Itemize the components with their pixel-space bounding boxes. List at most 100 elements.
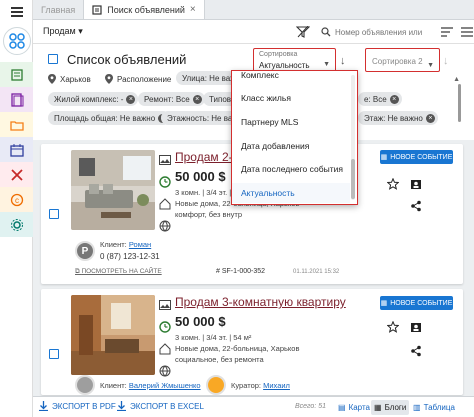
client-name-link[interactable]: Валерий Жмышенко — [129, 381, 201, 390]
filters-scrollbar[interactable] — [458, 84, 461, 122]
filter-chip-city[interactable]: Харьков — [48, 72, 91, 86]
sidebar-item-finance[interactable]: c — [0, 187, 33, 212]
filter-chip-floor[interactable]: Этаж: Не важно × — [358, 111, 438, 125]
sort-option-relevance[interactable]: Актуальность — [232, 183, 350, 203]
menu-button[interactable] — [6, 3, 28, 21]
price-icon[interactable] — [159, 176, 171, 188]
calendar-icon: ▦ — [380, 154, 388, 161]
sort-direction-icon[interactable]: ↓ — [340, 55, 346, 67]
sidebar-item-calendar[interactable] — [0, 137, 33, 162]
tab-home[interactable]: Главная — [33, 0, 85, 19]
calendar-icon — [9, 143, 24, 157]
listing-photo[interactable] — [71, 295, 155, 375]
dropdown-scrollbar[interactable] — [351, 75, 355, 200]
deal-type-select[interactable]: Продам ▾ — [43, 26, 83, 37]
globe-icon[interactable] — [159, 365, 171, 377]
sort2-value: Сортировка 2 — [372, 57, 423, 66]
filter-chip-renovation[interactable]: Ремонт: Все × — [138, 92, 205, 106]
export-excel-label: ЭКСПОРТ В EXCEL — [130, 401, 204, 411]
price-icon[interactable] — [159, 321, 171, 333]
filter-chip-other[interactable]: е: Все × — [358, 92, 402, 106]
toolbar: Продам ▾ — [33, 20, 474, 44]
home-icon[interactable] — [159, 198, 171, 210]
sort-option-complex[interactable]: Комплекс — [232, 71, 350, 82]
listing-photo[interactable] — [71, 150, 155, 230]
export-excel-button[interactable]: ЭКСПОРТ В EXCEL — [117, 401, 204, 411]
footer-bar: ЭКСПОРТ В PDF ЭКСПОРТ В EXCEL Всего: 51 … — [33, 396, 474, 417]
sort-caption: Сортировка — [259, 51, 298, 58]
sort-select-secondary[interactable]: Сортировка 2 ▼ — [365, 48, 440, 72]
export-pdf-button[interactable]: ЭКСПОРТ В PDF — [39, 401, 116, 411]
share-icon[interactable] — [409, 199, 423, 213]
chip-remove-icon[interactable]: × — [389, 94, 399, 104]
sidebar-item-settings[interactable] — [0, 212, 33, 237]
list-icon — [10, 68, 23, 81]
view-map-label: Карта — [348, 403, 370, 412]
filter-chip-label: Ремонт: Все — [144, 94, 190, 104]
view-blocks-tab[interactable]: ▦ Блоги — [371, 400, 410, 415]
sidebar-item-tools[interactable] — [0, 162, 33, 187]
filter-chip-complex[interactable]: Жилой комплекс: - × — [48, 92, 139, 106]
home-icon[interactable] — [159, 343, 171, 355]
folder-icon — [9, 120, 24, 131]
dropdown-scroll-thumb[interactable] — [351, 159, 355, 199]
sort-option-housing-class[interactable]: Класс жилья — [232, 93, 350, 103]
search-input[interactable] — [335, 27, 429, 37]
sort2-direction-icon[interactable]: ↓ — [443, 55, 449, 67]
close-tab-icon[interactable]: × — [190, 4, 196, 15]
export-pdf-label: ЭКСПОРТ В PDF — [52, 401, 116, 411]
view-map-tab[interactable]: ▤ Карта — [335, 400, 373, 415]
filter-off-button[interactable] — [292, 23, 314, 41]
client-name-link[interactable]: Роман — [129, 240, 151, 249]
sort-option-date-added[interactable]: Дата добавления — [232, 141, 350, 151]
filter-chip-location[interactable]: Расположение — [105, 72, 171, 86]
photos-icon[interactable] — [159, 154, 171, 166]
share-icon[interactable] — [409, 344, 423, 358]
client-info: Клиент: Роман — [100, 240, 151, 249]
filter-chip-label: Площадь общая: Не важно — [54, 113, 156, 123]
select-all-checkbox[interactable] — [48, 54, 58, 64]
chip-remove-icon[interactable]: × — [425, 113, 435, 123]
listing-title-link[interactable]: Продам 3-комнатную квартиру — [175, 295, 346, 309]
sidebar-item-folders[interactable] — [0, 112, 33, 137]
chip-remove-icon[interactable]: × — [126, 94, 136, 104]
sort-select-primary[interactable]: Сортировка Актуальность ▼ — [253, 48, 336, 72]
photos-icon[interactable] — [159, 299, 171, 311]
sort-option-mls-partner[interactable]: Партнеру MLS — [232, 117, 350, 127]
chip-remove-icon[interactable]: × — [192, 94, 202, 104]
listing-icon — [92, 4, 102, 15]
favorite-star-icon[interactable] — [386, 320, 400, 334]
hamburger-line — [11, 15, 23, 17]
filter-chip-label: Этаж: Не важно — [364, 113, 423, 123]
listing-price: 50 000 $ — [175, 314, 226, 329]
more-button[interactable] — [458, 23, 474, 41]
sidebar-item-documents[interactable] — [0, 87, 33, 112]
app-logo[interactable] — [3, 27, 31, 55]
filter-chip-label: Харьков — [60, 74, 91, 84]
location-icon — [48, 74, 56, 84]
new-event-button[interactable]: ▦ НОВОЕ СОБЫТИЕ — [380, 150, 453, 164]
favorite-star-icon[interactable] — [386, 177, 400, 191]
curator-name-link[interactable]: Михаил — [263, 381, 290, 390]
listing-details: 3 комн. | 3/4 эт. | 54 м² Новые дома, 22… — [175, 332, 299, 365]
view-table-tab[interactable]: ▥ Таблица — [410, 400, 458, 415]
listing-checkbox[interactable] — [49, 209, 59, 219]
filter-chip-area[interactable]: Площадь общая: Не важно × — [48, 111, 171, 125]
scroll-up-icon[interactable]: ▲ — [453, 76, 460, 83]
download-icon — [39, 401, 48, 411]
tab-search-listings[interactable]: Поиск объявлений × — [84, 0, 205, 19]
listing-price: 50 000 $ — [175, 169, 226, 184]
view-table-label: Таблица — [423, 403, 455, 412]
sort-dropdown-menu: Комплекс Класс жилья Партнеру MLS Дата д… — [231, 70, 358, 205]
view-on-site-link[interactable]: ⧉ ПОСМОТРЕТЬ НА САЙТЕ — [75, 268, 162, 276]
tools-icon — [10, 168, 23, 181]
contact-card-icon[interactable] — [409, 177, 423, 191]
coin-icon: c — [10, 193, 23, 206]
new-event-button[interactable]: ▦ НОВОЕ СОБЫТИЕ — [380, 296, 453, 310]
listing-checkbox[interactable] — [49, 349, 59, 359]
sort-option-last-event[interactable]: Дата последнего события — [232, 164, 350, 174]
globe-icon[interactable] — [159, 220, 171, 232]
sidebar-item-listings[interactable] — [0, 62, 33, 87]
sort-lines-button[interactable] — [438, 23, 456, 41]
contact-card-icon[interactable] — [409, 320, 423, 334]
